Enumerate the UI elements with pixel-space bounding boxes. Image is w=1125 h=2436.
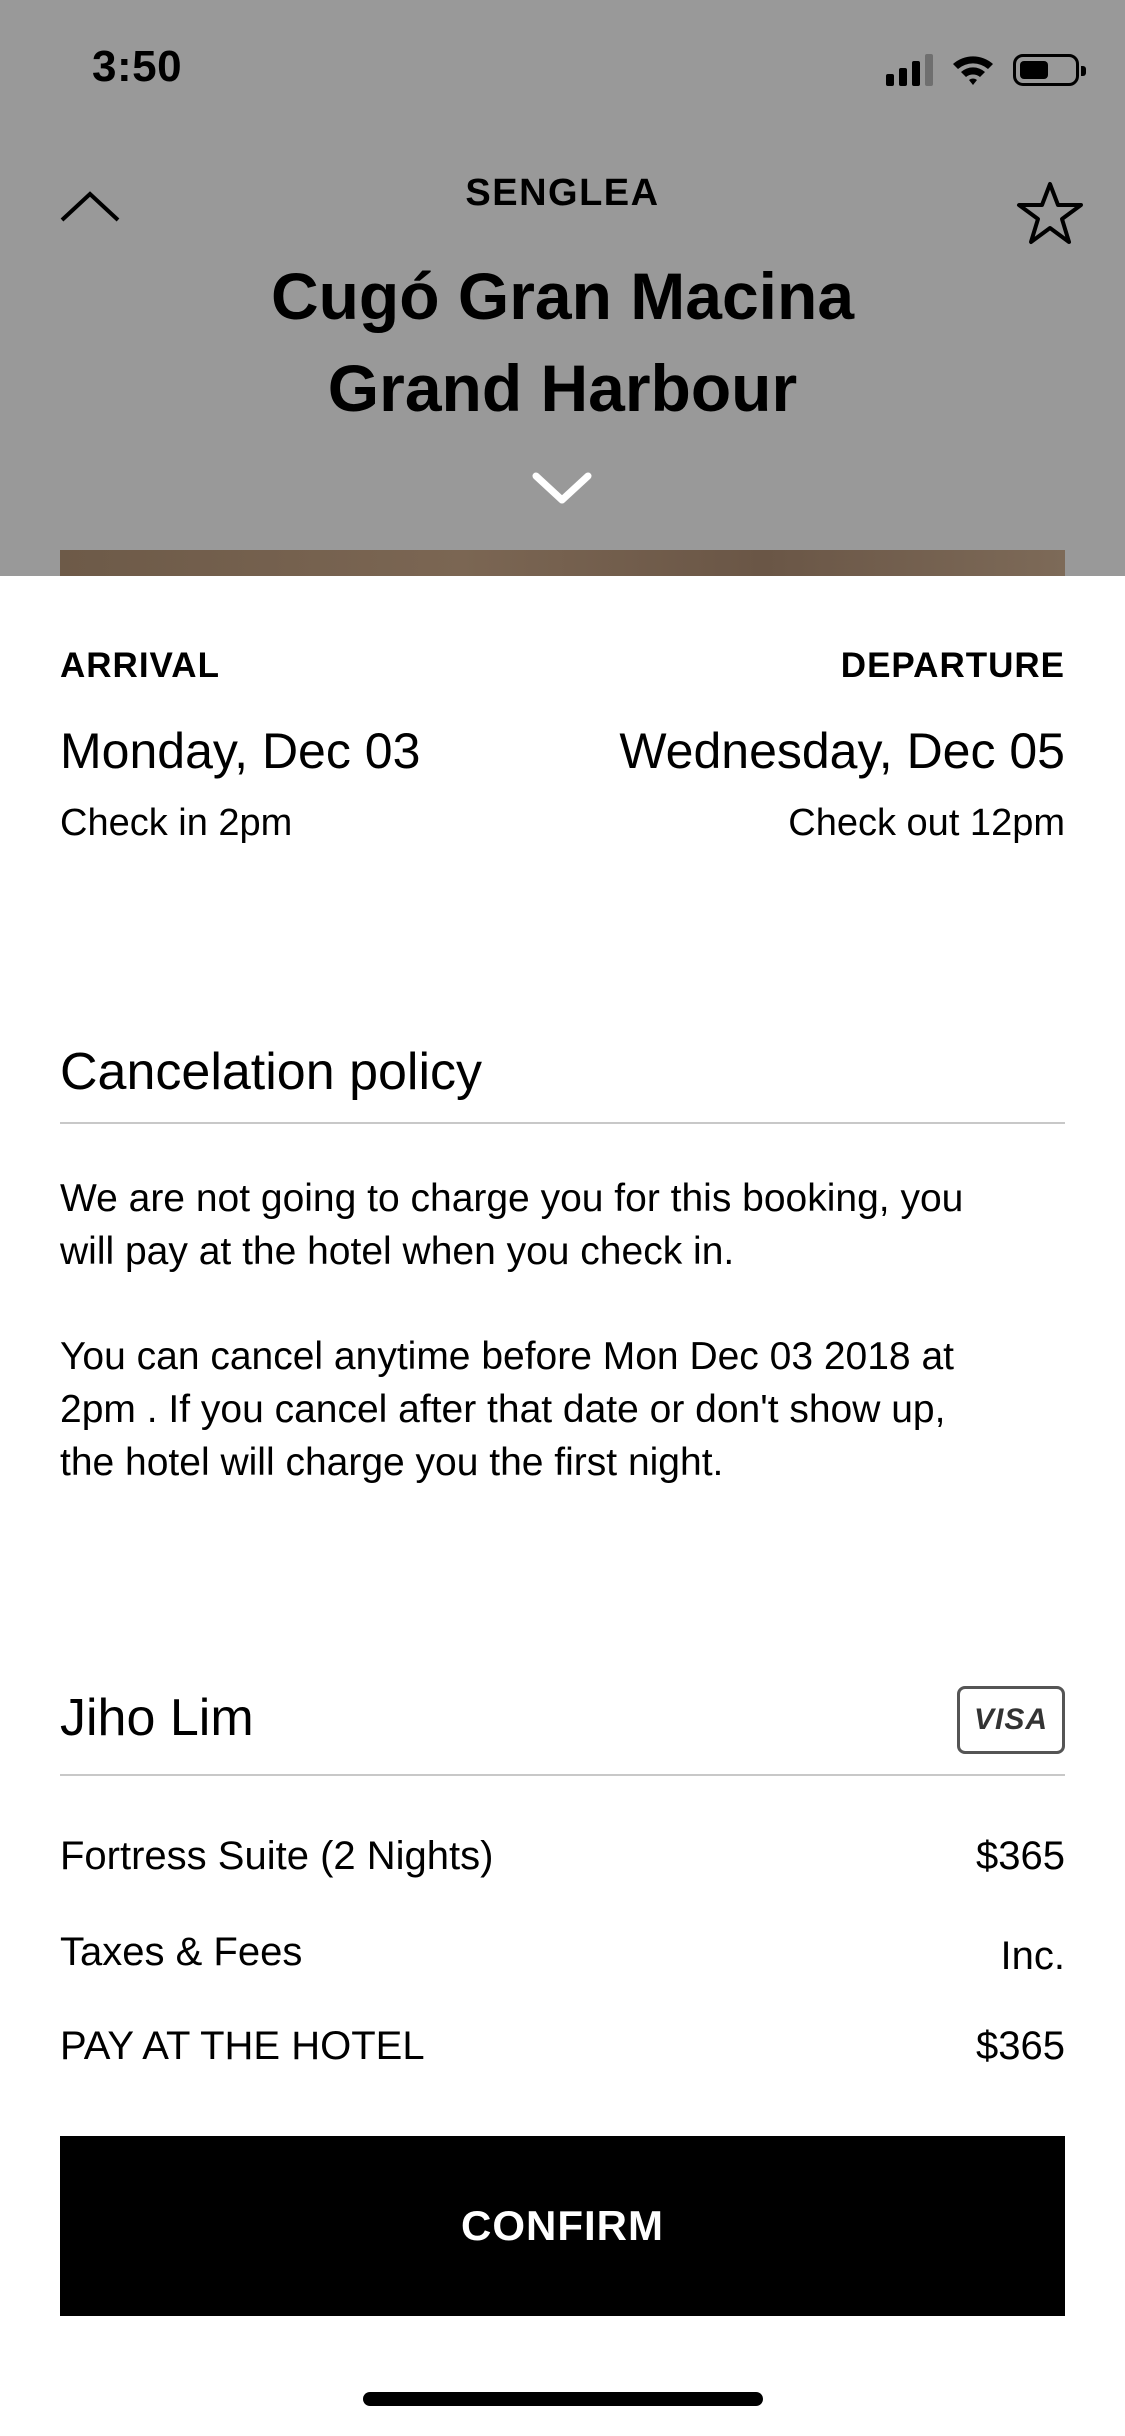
price-row-value: $365	[976, 2024, 1065, 2068]
departure-label: DEPARTURE	[840, 646, 1065, 685]
cancellation-paragraph-1: We are not going to charge you for this …	[60, 1172, 1070, 1278]
visa-card-icon[interactable]: VISA	[957, 1686, 1065, 1754]
status-icons	[886, 50, 1086, 90]
paragraph-line: will pay at the hotel when you check in.	[60, 1230, 735, 1273]
price-row-label: Fortress Suite (2 Nights)	[60, 1834, 494, 1878]
battery-icon	[1013, 54, 1086, 86]
star-icon[interactable]	[1015, 180, 1085, 246]
price-row-total: PAY AT THE HOTEL $365	[60, 2024, 1065, 2069]
divider	[60, 1774, 1065, 1776]
hotel-photo-strip	[60, 550, 1065, 576]
status-bar: 3:50	[0, 0, 1125, 140]
home-indicator[interactable]	[363, 2392, 763, 2406]
status-time: 3:50	[92, 42, 183, 91]
chevron-down-icon[interactable]	[530, 468, 594, 506]
check-in-time: Check in 2pm	[60, 802, 293, 844]
booking-details: ARRIVAL DEPARTURE Monday, Dec 03 Wednesd…	[0, 576, 1125, 2436]
hotel-city: SENGLEA	[465, 172, 660, 214]
price-row-room: Fortress Suite (2 Nights) $365	[60, 1834, 1065, 1879]
confirm-button[interactable]: CONFIRM	[60, 2136, 1065, 2316]
hotel-name-line-2: Grand Harbour	[327, 351, 798, 425]
hotel-header: 3:50 SENGLEA Cugó Gran Macina Grand Harb…	[0, 0, 1125, 576]
paragraph-line: the hotel will charge you the first nigh…	[60, 1441, 724, 1484]
check-out-time: Check out 12pm	[788, 802, 1065, 844]
departure-date: Wednesday, Dec 05	[619, 723, 1065, 779]
cellular-signal-icon	[886, 54, 933, 86]
paragraph-line: You can cancel anytime before Mon Dec 03…	[60, 1335, 954, 1378]
paragraph-line: We are not going to charge you for this …	[60, 1177, 964, 1220]
booking-confirmation-screen: 3:50 SENGLEA Cugó Gran Macina Grand Harb…	[0, 0, 1125, 2436]
price-row-value: Inc.	[1000, 1934, 1065, 1978]
cancellation-policy-title: Cancelation policy	[60, 1043, 483, 1101]
arrival-date: Monday, Dec 03	[60, 723, 421, 779]
price-row-taxes: Taxes & Fees Inc.	[60, 1930, 1065, 1979]
price-row-label: PAY AT THE HOTEL	[60, 2024, 425, 2068]
cancellation-paragraph-2: You can cancel anytime before Mon Dec 03…	[60, 1330, 1070, 1489]
price-row-value: $365	[976, 1834, 1065, 1878]
guest-name: Jiho Lim	[60, 1689, 254, 1747]
paragraph-line: 2pm . If you cancel after that date or d…	[60, 1388, 946, 1431]
hotel-name: Cugó Gran Macina Grand Harbour	[120, 250, 1005, 434]
price-row-label: Taxes & Fees	[60, 1930, 303, 1974]
wifi-icon	[953, 56, 993, 85]
arrival-label: ARRIVAL	[60, 646, 220, 685]
divider	[60, 1122, 1065, 1124]
hotel-name-line-1: Cugó Gran Macina	[270, 259, 855, 333]
